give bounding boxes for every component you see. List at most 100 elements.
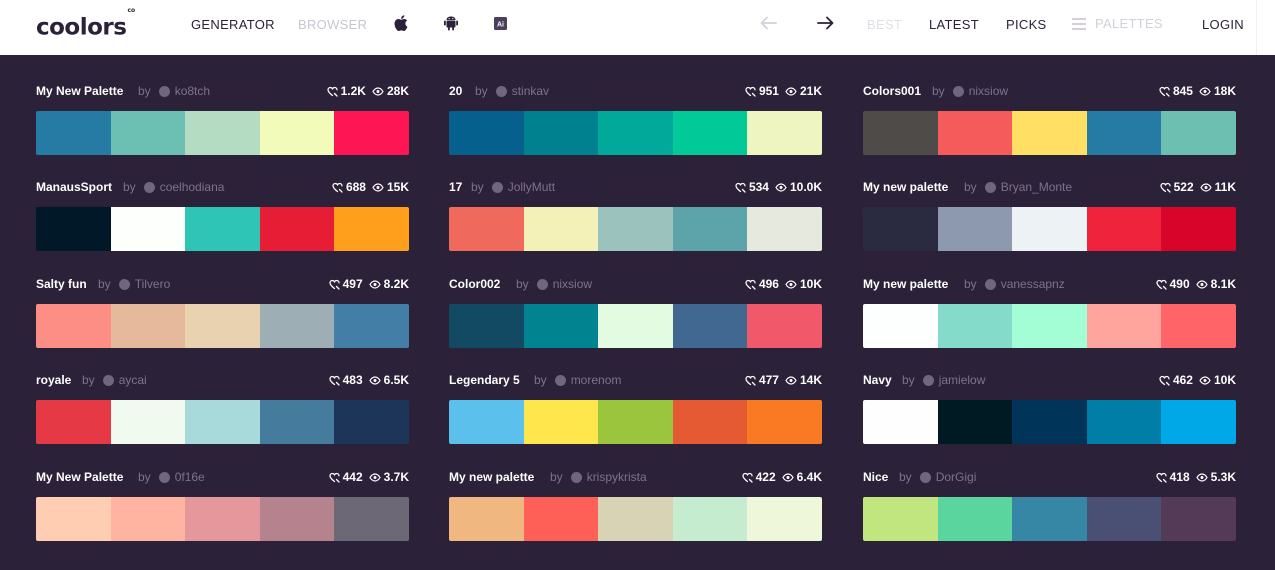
color-swatch[interactable] xyxy=(110,111,186,155)
palette-card[interactable]: 20 by stinkav 951 21K xyxy=(449,82,822,166)
nav-latest[interactable]: LATEST xyxy=(929,17,979,33)
nav-palettes[interactable]: PALETTES xyxy=(1095,16,1163,32)
palette-author[interactable]: by 0f16e xyxy=(138,470,205,484)
adobe-illustrator-icon[interactable]: Ai xyxy=(494,17,510,35)
color-swatch[interactable] xyxy=(863,207,938,251)
color-swatch[interactable] xyxy=(1012,497,1087,541)
color-swatch[interactable] xyxy=(598,497,673,541)
palette-card[interactable]: My New Palette by ko8tch 1.2K 28K xyxy=(36,82,409,166)
palette-swatches[interactable] xyxy=(36,400,409,444)
color-swatch[interactable] xyxy=(334,111,409,155)
palette-swatches[interactable] xyxy=(863,111,1236,155)
username[interactable]: morenom xyxy=(571,373,622,387)
like-icon[interactable] xyxy=(328,375,343,386)
color-swatch[interactable] xyxy=(185,111,260,155)
palette-swatches[interactable] xyxy=(449,111,822,155)
color-swatch[interactable] xyxy=(937,111,1013,155)
color-swatch[interactable] xyxy=(523,207,599,251)
palette-card[interactable]: royale by aycai 483 6.5K xyxy=(36,371,409,455)
color-swatch[interactable] xyxy=(1012,304,1087,348)
avatar[interactable] xyxy=(922,374,934,386)
color-swatch[interactable] xyxy=(1086,207,1162,251)
color-swatch[interactable] xyxy=(523,111,599,155)
color-swatch[interactable] xyxy=(259,304,335,348)
palette-card[interactable]: Legendary 5 by morenom 477 14K xyxy=(449,371,822,455)
color-swatch[interactable] xyxy=(672,207,748,251)
color-swatch[interactable] xyxy=(1012,400,1087,444)
color-swatch[interactable] xyxy=(185,497,260,541)
color-swatch[interactable] xyxy=(36,207,111,251)
username[interactable]: JollyMutt xyxy=(508,180,555,194)
username[interactable]: Bryan_Monte xyxy=(1001,180,1072,194)
color-swatch[interactable] xyxy=(449,304,524,348)
color-swatch[interactable] xyxy=(937,304,1013,348)
like-icon[interactable] xyxy=(735,182,749,193)
palette-name[interactable]: My new palette xyxy=(449,470,534,484)
like-icon[interactable] xyxy=(332,182,346,193)
color-swatch[interactable] xyxy=(1161,207,1236,251)
color-swatch[interactable] xyxy=(1086,497,1162,541)
color-swatch[interactable] xyxy=(259,497,335,541)
palette-name[interactable]: Salty fun xyxy=(36,277,87,291)
palette-name[interactable]: My new palette xyxy=(863,277,948,291)
palette-swatches[interactable] xyxy=(449,207,822,251)
username[interactable]: ko8tch xyxy=(175,84,210,98)
color-swatch[interactable] xyxy=(185,400,260,444)
palette-name[interactable]: Legendary 5 xyxy=(449,373,520,387)
palette-author[interactable]: by nixsiow xyxy=(932,84,1008,98)
color-swatch[interactable] xyxy=(863,400,938,444)
color-swatch[interactable] xyxy=(259,207,335,251)
color-swatch[interactable] xyxy=(449,400,524,444)
android-icon[interactable] xyxy=(444,15,460,33)
username[interactable]: vanessapnz xyxy=(1001,277,1065,291)
palette-author[interactable]: by krispykrista xyxy=(550,470,647,484)
color-swatch[interactable] xyxy=(1086,400,1162,444)
color-swatch[interactable] xyxy=(334,304,409,348)
palette-swatches[interactable] xyxy=(449,304,822,348)
username[interactable]: Tilvero xyxy=(135,277,171,291)
palette-card[interactable]: Nice by DorGigi 418 5.3K xyxy=(863,468,1236,552)
color-swatch[interactable] xyxy=(1161,400,1236,444)
palette-author[interactable]: by Bryan_Monte xyxy=(964,180,1072,194)
color-swatch[interactable] xyxy=(598,304,673,348)
color-swatch[interactable] xyxy=(36,400,111,444)
nav-login[interactable]: LOGIN xyxy=(1202,17,1244,33)
arrow-left-icon[interactable] xyxy=(760,16,777,34)
palette-swatches[interactable] xyxy=(863,207,1236,251)
avatar[interactable] xyxy=(118,278,130,290)
avatar[interactable] xyxy=(570,471,582,483)
color-swatch[interactable] xyxy=(863,111,938,155)
username[interactable]: stinkav xyxy=(512,84,549,98)
username[interactable]: nixsiow xyxy=(969,84,1008,98)
palette-card[interactable]: My new palette by Bryan_Monte 522 11K xyxy=(863,178,1236,262)
color-swatch[interactable] xyxy=(1161,304,1236,348)
color-swatch[interactable] xyxy=(110,497,186,541)
color-swatch[interactable] xyxy=(1086,304,1162,348)
color-swatch[interactable] xyxy=(185,207,260,251)
avatar[interactable] xyxy=(554,374,566,386)
palette-swatches[interactable] xyxy=(36,497,409,541)
color-swatch[interactable] xyxy=(747,400,822,444)
palette-author[interactable]: by DorGigi xyxy=(899,470,976,484)
avatar[interactable] xyxy=(984,278,996,290)
username[interactable]: coelhodiana xyxy=(160,180,225,194)
avatar[interactable] xyxy=(536,278,548,290)
palette-card[interactable]: 17 by JollyMutt 534 10.0K xyxy=(449,178,822,262)
username[interactable]: 0f16e xyxy=(175,470,205,484)
like-icon[interactable] xyxy=(741,472,756,483)
palette-author[interactable]: by jamielow xyxy=(902,373,985,387)
palette-author[interactable]: by morenom xyxy=(534,373,621,387)
apple-icon[interactable] xyxy=(394,15,410,33)
palette-card[interactable]: My New Palette by 0f16e 442 3.7K xyxy=(36,468,409,552)
avatar[interactable] xyxy=(143,181,155,193)
color-swatch[interactable] xyxy=(523,400,599,444)
color-swatch[interactable] xyxy=(672,304,748,348)
palette-swatches[interactable] xyxy=(449,400,822,444)
username[interactable]: krispykrista xyxy=(587,470,647,484)
color-swatch[interactable] xyxy=(598,111,673,155)
color-swatch[interactable] xyxy=(937,207,1013,251)
palette-swatches[interactable] xyxy=(863,304,1236,348)
like-icon[interactable] xyxy=(1159,86,1173,97)
palette-card[interactable]: My new palette by vanessapnz 490 8.1K xyxy=(863,275,1236,359)
palette-author[interactable]: by JollyMutt xyxy=(471,180,555,194)
